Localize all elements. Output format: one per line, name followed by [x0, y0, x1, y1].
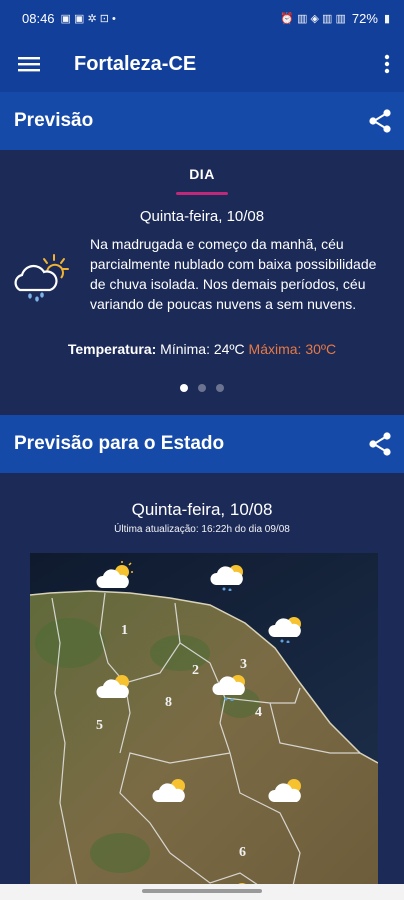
status-time: 08:46: [22, 10, 55, 26]
max-temperature: Máxima: 30ºC: [248, 341, 337, 357]
partly-cloudy-icon[interactable]: [152, 775, 190, 805]
satellite-map: [30, 553, 378, 900]
temperature-label: Temperatura:: [67, 341, 157, 357]
page-dot-3[interactable]: [216, 384, 224, 392]
state-forecast-header: Previsão para o Estado: [0, 415, 404, 473]
status-bar: 08:46 ▣ ▣ ✲ ⊡ • ⏰ ▥ ◈ ▥ ▥ 72% ▮: [0, 0, 404, 36]
region-number: 5: [96, 718, 103, 733]
region-number: 2: [192, 663, 199, 678]
forecast-description: Na madrugada e começo da manhã, céu parc…: [90, 236, 377, 312]
navigation-bar: [0, 884, 404, 900]
more-options-icon[interactable]: [384, 54, 390, 74]
page-title: Fortaleza-CE: [74, 52, 197, 75]
partly-cloudy-icon[interactable]: [96, 561, 134, 591]
region-number: 8: [165, 695, 172, 710]
forecast-card[interactable]: DIA Quinta-feira, 10/08 Na madrugada e c…: [0, 152, 404, 410]
state-forecast-card: Quinta-feira, 10/08 Última atualização: …: [0, 474, 404, 900]
tab-dia[interactable]: DIA: [174, 166, 230, 182]
menu-icon[interactable]: [18, 56, 40, 72]
last-update: Última atualização: 16:22h do dia 09/08: [114, 524, 290, 535]
region-number: 4: [255, 705, 262, 720]
tab-indicator: [176, 192, 228, 195]
page-dot-2[interactable]: [198, 384, 206, 392]
state-map[interactable]: 1 2 3 4 5 6 8: [30, 553, 378, 900]
region-number: 1: [121, 623, 128, 638]
page-dot-1[interactable]: [180, 384, 188, 392]
state-forecast-title: Previsão para o Estado: [14, 433, 225, 454]
partly-cloudy-rain-icon: [14, 254, 69, 302]
partly-cloudy-icon[interactable]: [96, 671, 134, 701]
forecast-date: Quinta-feira, 10/08: [139, 208, 265, 225]
share-icon[interactable]: [368, 108, 392, 134]
home-gesture-handle[interactable]: [142, 889, 262, 893]
region-number: 6: [239, 845, 246, 860]
notification-icons: ▣ ▣ ✲ ⊡ •: [60, 12, 116, 25]
partly-cloudy-rain-icon[interactable]: [268, 613, 306, 643]
min-temperature: Mínima: 24ºC: [160, 341, 245, 357]
battery-level: 72%: [351, 10, 378, 26]
share-icon[interactable]: [368, 431, 392, 457]
partly-cloudy-icon[interactable]: [268, 775, 306, 805]
battery-icon: ▮: [383, 12, 390, 25]
app-bar: Fortaleza-CE: [0, 36, 404, 92]
forecast-header: Previsão: [0, 92, 404, 150]
state-date: Quinta-feira, 10/08: [131, 500, 273, 519]
forecast-title: Previsão: [14, 110, 94, 131]
partly-cloudy-rain-icon[interactable]: [212, 671, 250, 701]
partly-cloudy-rain-icon[interactable]: [210, 561, 248, 591]
temperature-row: Temperatura: Mínima: 24ºC Máxima: 30ºC: [0, 341, 404, 357]
signal-icons: ⏰ ▥ ◈ ▥ ▥: [280, 12, 346, 25]
page-indicator: [0, 384, 404, 392]
